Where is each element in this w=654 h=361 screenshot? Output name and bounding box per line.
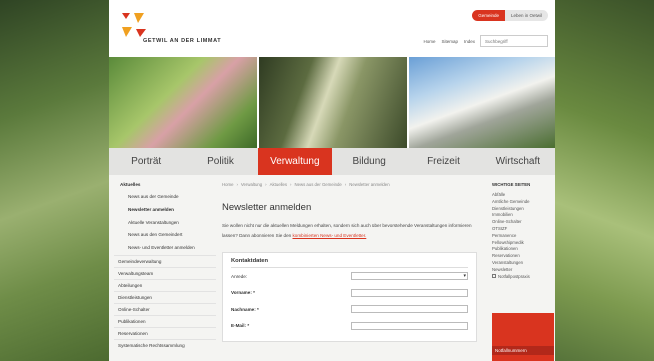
important-pages: WICHTIGE SEITEN Abfälle Amtliche Gemeind… — [492, 182, 552, 280]
important-page-link[interactable]: Online-Schalter — [492, 219, 552, 226]
notfall-teaser[interactable]: Notfallnummern — [492, 313, 554, 361]
chevron-down-icon: ▾ — [463, 273, 466, 280]
site-toggle: Gemeinde Leben in Oetwil — [472, 10, 548, 21]
important-page-link[interactable]: Veranstaltungen — [492, 260, 552, 267]
form-title: Kontaktdaten — [231, 258, 468, 268]
notfall-checkbox-row[interactable]: Notfallpostpraxis — [492, 274, 552, 281]
important-pages-heading: WICHTIGE SEITEN — [492, 182, 531, 187]
form-row-nachname: Nachname: * — [231, 301, 468, 318]
sidebar-item-gemeindeverwaltung[interactable]: Gemeindeverwaltung — [114, 254, 216, 267]
sidebar-item-veranstaltungen[interactable]: Aktuelle Veranstaltungen — [114, 217, 216, 230]
sidebar-item-publikationen[interactable]: Publikationen — [114, 314, 216, 327]
sidebar: Aktuelles News aus der Gemeinde Newslett… — [114, 182, 216, 351]
sidebar-item-online-schalter[interactable]: Online-Schalter — [114, 302, 216, 315]
municipality-logo-icon[interactable] — [118, 7, 152, 41]
important-page-link[interactable]: Abfälle — [492, 192, 552, 199]
nachname-label: Nachname: * — [231, 306, 259, 312]
breadcrumb-item[interactable]: News aus der Gemeinde — [294, 182, 341, 187]
sidebar-item-newsletter[interactable]: Newsletter anmelden — [114, 204, 216, 217]
vorname-label: Vorname: * — [231, 290, 255, 296]
checkbox-label: Notfallpostpraxis — [498, 273, 530, 279]
main-nav: Porträt Politik Verwaltung Bildung Freiz… — [109, 148, 555, 175]
nav-bildung[interactable]: Bildung — [332, 148, 406, 175]
sidebar-item-eventletter[interactable]: News- und Eventletter anmelden — [114, 242, 216, 255]
breadcrumb-item[interactable]: Aktuelles — [270, 182, 287, 187]
banner-image-woman — [109, 57, 257, 148]
vorname-input[interactable] — [351, 288, 468, 297]
breadcrumb-separator-icon: › — [290, 182, 292, 187]
sidebar-heading[interactable]: Aktuelles — [120, 182, 216, 187]
link-index[interactable]: Index — [464, 39, 475, 44]
nachname-input[interactable] — [351, 305, 468, 314]
top-links: Home Sitemap Index — [423, 39, 475, 44]
logo-text: GETWIL AN DER LIMMAT — [143, 38, 222, 44]
header: GETWIL AN DER LIMMAT Gemeinde Leben in O… — [109, 0, 555, 57]
sidebar-item-rechtssammlung[interactable]: Systematische Rechtssammlung — [114, 338, 216, 351]
page-title: Newsletter anmelden — [222, 202, 312, 213]
breadcrumb-item[interactable]: Home — [222, 182, 233, 187]
checkbox-icon[interactable] — [492, 274, 496, 279]
eventletter-link[interactable]: kombinierten News- und Eventletter. — [293, 233, 367, 238]
background-nature-left — [0, 0, 110, 361]
form-row-anrede: Anrede: ▾ — [231, 268, 468, 285]
important-page-link[interactable]: Publikationen — [492, 246, 552, 253]
sidebar-item-abteilungen[interactable]: Abteilungen — [114, 278, 216, 291]
nav-portraet[interactable]: Porträt — [109, 148, 183, 175]
breadcrumb: Home › Verwaltung › Aktuelles › News aus der G… — [222, 182, 480, 187]
important-page-link[interactable]: Amtliche Gemeinde — [492, 199, 552, 206]
search-input[interactable]: Suchbegriff — [480, 35, 548, 47]
email-input[interactable] — [351, 321, 468, 330]
intro-text: Sie wollen nicht nur die aktuellen Meldu… — [222, 221, 472, 240]
banner — [109, 57, 555, 148]
contact-form: Kontaktdaten Anrede: ▾ Vorname: * Nachna… — [222, 252, 477, 342]
sidebar-item-verwaltungsteam[interactable]: Verwaltungsteam — [114, 266, 216, 279]
toggle-gemeinde[interactable]: Gemeinde — [472, 10, 505, 21]
breadcrumb-separator-icon: › — [265, 182, 267, 187]
form-row-email: E-Mail: * — [231, 318, 468, 335]
webpage: GETWIL AN DER LIMMAT Gemeinde Leben in O… — [109, 0, 555, 361]
banner-image-forest — [259, 57, 407, 148]
anrede-label: Anrede: — [231, 273, 248, 279]
important-page-link[interactable]: OTSIZF — [492, 226, 552, 233]
important-page-link[interactable]: Fellowshipmedik — [492, 240, 552, 247]
nav-freizeit[interactable]: Freizeit — [406, 148, 480, 175]
main-content: Home › Verwaltung › Aktuelles › News aus der G… — [222, 182, 480, 342]
breadcrumb-item[interactable]: Verwaltung — [241, 182, 262, 187]
important-page-link[interactable]: Dienstleistungen — [492, 206, 552, 213]
nav-wirtschaft[interactable]: Wirtschaft — [481, 148, 555, 175]
breadcrumb-current: Newsletter anmelden — [349, 182, 390, 187]
form-row-vorname: Vorname: * — [231, 285, 468, 302]
sidebar-item-dienstleistungen[interactable]: Dienstleistungen — [114, 290, 216, 303]
toggle-leben[interactable]: Leben in Oetwil — [504, 10, 548, 21]
important-page-link[interactable]: Reservationen — [492, 253, 552, 260]
link-sitemap[interactable]: Sitemap — [441, 39, 458, 44]
sidebar-item-news[interactable]: News aus der Gemeinde — [114, 191, 216, 204]
important-page-link[interactable]: Newsletter — [492, 267, 552, 274]
background-nature-right — [554, 0, 654, 361]
anrede-select[interactable]: ▾ — [351, 272, 468, 281]
nav-verwaltung[interactable]: Verwaltung — [257, 148, 332, 175]
important-page-link[interactable]: Permanence — [492, 233, 552, 240]
banner-image-village — [409, 57, 555, 148]
nav-politik[interactable]: Politik — [183, 148, 257, 175]
email-label: E-Mail: * — [231, 323, 250, 329]
link-home[interactable]: Home — [423, 39, 435, 44]
notfall-label[interactable]: Notfallnummern — [492, 346, 554, 355]
important-page-link[interactable]: Immobilien — [492, 212, 552, 219]
breadcrumb-separator-icon: › — [236, 182, 238, 187]
sidebar-item-gemeinderat[interactable]: News aus den Gemeindert — [114, 229, 216, 242]
sidebar-item-reservationen[interactable]: Reservationen — [114, 326, 216, 339]
breadcrumb-separator-icon: › — [344, 182, 347, 187]
